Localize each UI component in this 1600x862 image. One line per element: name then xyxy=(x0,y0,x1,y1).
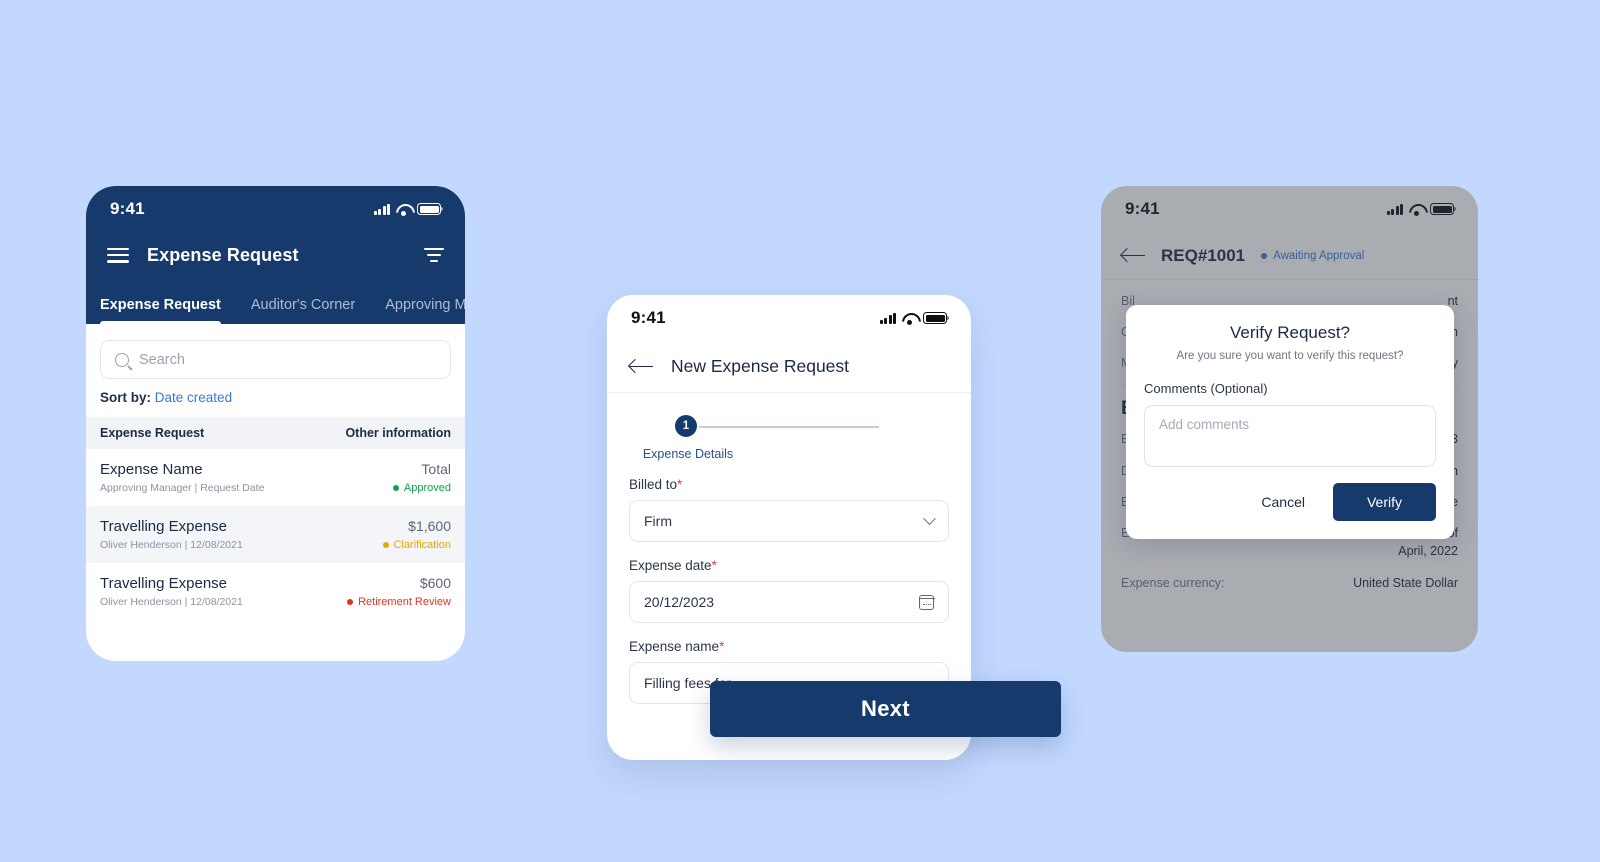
status-badge: Approved xyxy=(392,482,451,494)
field-label: Expense date* xyxy=(629,558,949,573)
list-header: Expense Request Other information xyxy=(86,417,465,449)
row-left: Travelling Expense Oliver Henderson | 12… xyxy=(100,518,243,551)
required-marker: * xyxy=(677,477,683,492)
search-icon xyxy=(115,352,129,367)
comments-input[interactable]: Add comments xyxy=(1144,405,1436,467)
hamburger-icon[interactable] xyxy=(107,247,129,263)
sort-by-label: Sort by: xyxy=(100,390,152,405)
page-title: New Expense Request xyxy=(671,356,850,376)
required-marker: * xyxy=(719,639,725,654)
verify-request-dialog: Verify Request? Are you sure you want to… xyxy=(1126,305,1454,539)
wifi-icon xyxy=(902,313,917,325)
calendar-icon[interactable] xyxy=(918,594,935,610)
verify-button[interactable]: Verify xyxy=(1332,483,1436,521)
tab-approving-manager[interactable]: Approving M xyxy=(385,297,465,324)
status-dot xyxy=(382,542,389,548)
search-input[interactable]: Search xyxy=(100,340,451,379)
phone1-topbar: 9:41 Expense Request Expense Request Aud… xyxy=(86,186,465,324)
row-right: Total Approved xyxy=(392,461,451,494)
required-marker: * xyxy=(711,558,717,573)
search-area: Search xyxy=(86,324,465,379)
status-text: Retirement Review xyxy=(358,596,451,608)
status-text: Approved xyxy=(403,482,451,494)
phone1-nav: Expense Request xyxy=(86,232,465,278)
field-value: 20/12/2023 xyxy=(644,594,715,610)
status-icons xyxy=(373,203,444,216)
row-subtitle: Oliver Henderson | 12/08/2021 xyxy=(100,596,243,608)
row-subtitle: Approving Manager | Request Date xyxy=(100,482,265,494)
status-text: Clarification xyxy=(393,539,451,551)
tab-expense-request[interactable]: Expense Request xyxy=(100,297,221,324)
status-bar: 9:41 xyxy=(86,186,465,232)
field-label-text: Expense date xyxy=(629,558,712,573)
status-badge: Retirement Review xyxy=(347,596,451,608)
battery-icon xyxy=(923,312,950,324)
sort-by-value[interactable]: Date created xyxy=(155,390,232,405)
row-left: Travelling Expense Oliver Henderson | 12… xyxy=(100,575,243,608)
tab-auditors-corner[interactable]: Auditor's Corner xyxy=(251,297,355,324)
phone2-nav: New Expense Request xyxy=(607,341,971,393)
row-total: $1,600 xyxy=(408,518,451,534)
status-time: 9:41 xyxy=(631,308,666,327)
status-icons xyxy=(879,312,950,325)
signal-icon xyxy=(879,312,896,324)
table-row[interactable]: Expense Name Approving Manager | Request… xyxy=(86,449,465,506)
page-title: Expense Request xyxy=(147,244,299,265)
tab-bar: Expense Request Auditor's Corner Approvi… xyxy=(86,278,465,324)
field-billed-to: Billed to* Firm xyxy=(607,477,971,542)
stepper-label: Expense Details xyxy=(642,447,734,461)
row-name: Travelling Expense xyxy=(100,518,228,535)
billed-to-select[interactable]: Firm xyxy=(629,500,949,542)
chevron-down-icon xyxy=(923,511,936,525)
phone1-body: Search Sort by: Date created Expense Req… xyxy=(86,324,465,620)
list-header-left: Expense Request xyxy=(100,426,205,440)
stepper: 1 Expense Details xyxy=(607,393,971,461)
next-button[interactable]: Next xyxy=(710,681,1061,737)
field-expense-date: Expense date* 20/12/2023 xyxy=(607,558,971,623)
row-left: Expense Name Approving Manager | Request… xyxy=(100,461,264,494)
row-right: $600 Retirement Review xyxy=(347,575,451,608)
cancel-button[interactable]: Cancel xyxy=(1247,485,1319,519)
field-label-text: Expense name xyxy=(629,639,720,654)
sort-by-row: Sort by: Date created xyxy=(86,379,465,417)
dialog-subtitle: Are you sure you want to verify this req… xyxy=(1176,350,1404,362)
row-name: Travelling Expense xyxy=(100,575,228,592)
field-value: Firm xyxy=(644,513,672,529)
phone-expense-request-list: 9:41 Expense Request Expense Request Aud… xyxy=(86,186,465,661)
dialog-actions: Cancel Verify xyxy=(1144,483,1436,521)
row-subtitle: Oliver Henderson | 12/08/2021 xyxy=(100,539,243,551)
status-dot xyxy=(392,485,399,491)
back-arrow-icon[interactable] xyxy=(629,359,653,375)
comments-placeholder: Add comments xyxy=(1159,417,1250,432)
search-placeholder: Search xyxy=(139,351,185,368)
canvas: 9:41 Expense Request Expense Request Aud… xyxy=(0,0,1600,862)
field-label: Expense name* xyxy=(629,639,949,654)
row-total: $600 xyxy=(419,575,451,591)
dialog-title: Verify Request? xyxy=(1229,323,1350,342)
comments-label: Comments (Optional) xyxy=(1144,381,1268,396)
wifi-icon xyxy=(396,204,411,216)
signal-icon xyxy=(373,203,390,215)
status-dot xyxy=(347,599,354,605)
field-label-text: Billed to xyxy=(629,477,678,492)
filter-icon[interactable] xyxy=(424,248,444,262)
status-badge: Clarification xyxy=(382,539,451,551)
table-row[interactable]: Travelling Expense Oliver Henderson | 12… xyxy=(86,506,465,563)
status-bar: 9:41 xyxy=(607,295,971,341)
battery-icon xyxy=(417,203,444,215)
stepper-step-1[interactable]: 1 xyxy=(675,415,697,437)
expense-date-input[interactable]: 20/12/2023 xyxy=(629,581,949,623)
row-right: $1,600 Clarification xyxy=(382,518,451,551)
status-time: 9:41 xyxy=(110,199,145,218)
row-total: Total xyxy=(421,461,451,477)
list-header-right: Other information xyxy=(345,426,451,440)
stepper-track xyxy=(699,426,879,428)
field-label: Billed to* xyxy=(629,477,949,492)
table-row[interactable]: Travelling Expense Oliver Henderson | 12… xyxy=(86,563,465,620)
row-name: Expense Name xyxy=(100,461,203,478)
